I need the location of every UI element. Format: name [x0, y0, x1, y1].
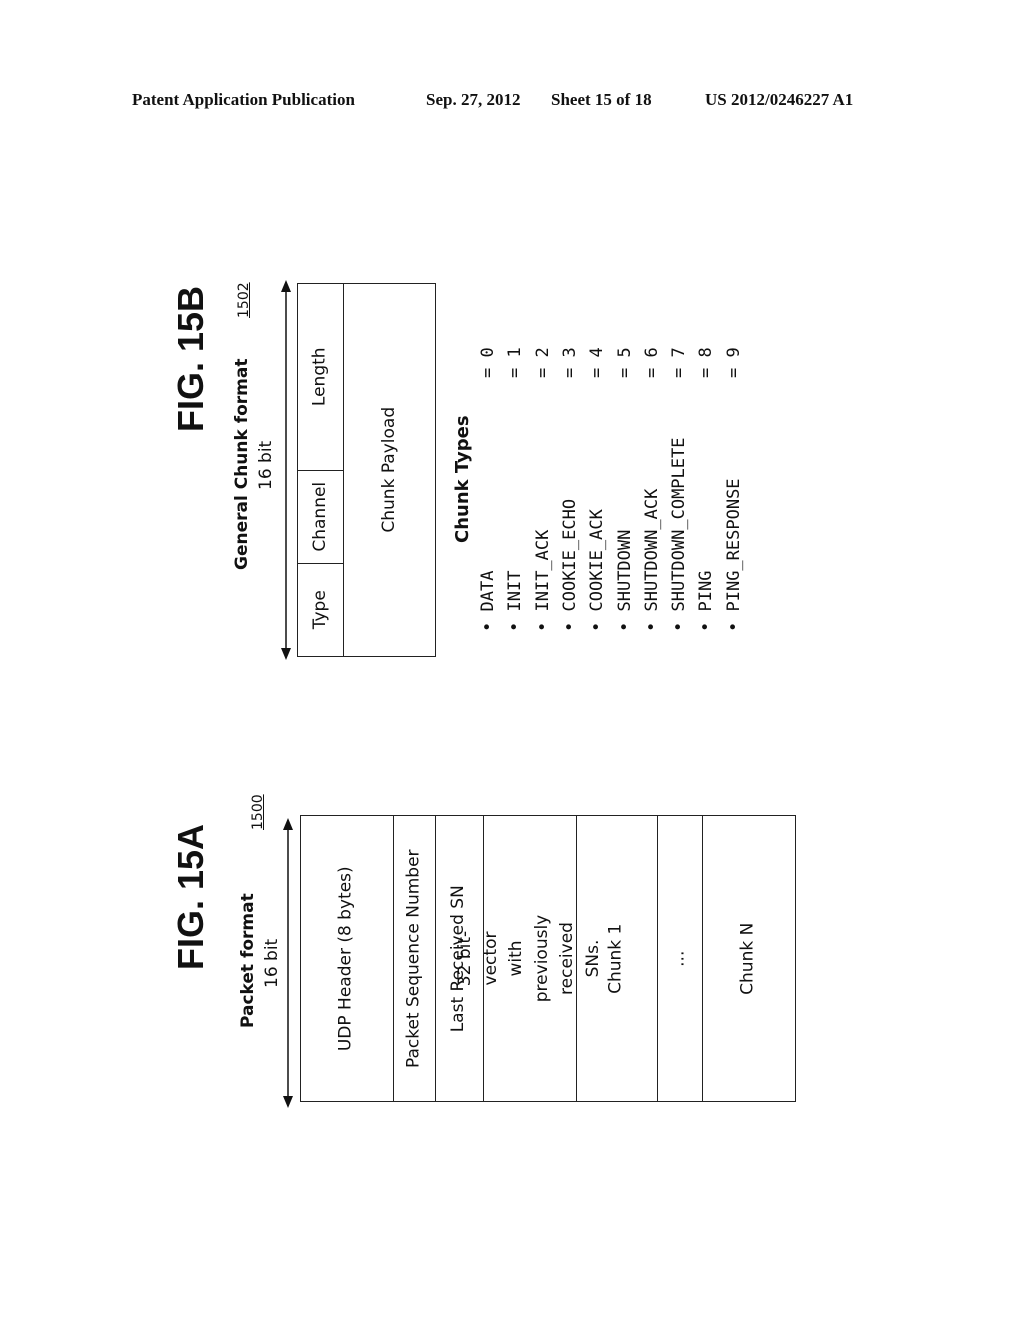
chunk-type-item: • SHUTDOWN_ACK — [642, 489, 662, 632]
bullet-icon: • — [532, 611, 553, 632]
chunk-type-name: INIT — [505, 570, 526, 612]
fig-15a-label: FIG. 15A — [170, 823, 211, 970]
chunk-type-item: • PING — [696, 571, 716, 632]
packet-field: Chunk 1 — [605, 923, 626, 994]
chunk-type-name: SHUTDOWN_ACK — [641, 488, 662, 612]
chunk-type-value: = 5 — [614, 347, 635, 378]
packet-field: ... — [668, 950, 689, 967]
bullet-icon: • — [696, 611, 717, 632]
chunk-type-item: • DATA — [478, 571, 498, 632]
publication-date: Sep. 27, 2012 — [426, 90, 521, 109]
bullet-icon: • — [478, 611, 498, 632]
chunk-type-name: DATA — [478, 570, 498, 612]
chunk-type-name: COOKIE_ACK — [587, 509, 608, 612]
chunk-type-value: = 1 — [505, 347, 526, 378]
chunk-type-item: • COOKIE_ACK — [587, 509, 607, 632]
bullet-icon: • — [669, 611, 690, 632]
chunk-type-item: • PING_RESPONSE — [724, 478, 744, 632]
packet-field: Packet Sequence Number — [403, 849, 424, 1068]
chunk-type-name: COOKIE_ECHO — [559, 498, 580, 612]
chunk-type-item: • SHUTDOWN — [615, 530, 635, 632]
packet-field: Chunk N — [737, 922, 758, 995]
chunk-type-name: SHUTDOWN_COMPLETE — [669, 437, 690, 612]
chunk-type-name: PING_RESPONSE — [723, 478, 744, 612]
chunk-type-value: = 4 — [587, 347, 608, 378]
chunk-type-value: = 2 — [532, 347, 553, 378]
packet-field: UDP Header (8 bytes) — [335, 866, 356, 1051]
fig-15b-ref: 1502 — [236, 282, 252, 318]
chunk-type-item: • COOKIE_ECHO — [560, 499, 580, 632]
field-channel: Channel — [309, 481, 330, 552]
chunk-types-title: Chunk Types — [452, 415, 473, 543]
fig-15a-title: Packet format — [238, 893, 258, 1028]
bullet-icon: • — [505, 611, 526, 632]
chunk-type-name: INIT_ACK — [532, 529, 553, 612]
publication-label: Patent Application Publication — [132, 90, 355, 109]
packet-field: 32 bit-vector with previously received S… — [455, 914, 603, 1003]
chunk-type-item: • SHUTDOWN_COMPLETE — [669, 438, 689, 632]
bullet-icon: • — [723, 611, 744, 632]
bullet-icon: • — [559, 611, 580, 632]
chunk-type-item: • INIT — [505, 571, 525, 632]
chunk-type-value: = 6 — [641, 347, 662, 378]
bullet-icon: • — [641, 611, 662, 632]
field-length: Length — [309, 347, 330, 406]
fig-15a-ref: 1500 — [250, 794, 266, 830]
chunk-type-value: = 7 — [669, 347, 690, 378]
chunk-type-item: • INIT_ACK — [533, 530, 553, 632]
chunk-type-value: = 9 — [723, 347, 744, 378]
chunk-type-value: = 0 — [478, 347, 498, 378]
field-chunk-payload: Chunk Payload — [379, 407, 400, 533]
chunk-type-name: PING — [696, 570, 717, 612]
width-arrow-icon — [281, 280, 291, 660]
sheet-number: Sheet 15 of 18 — [551, 90, 652, 109]
chunk-type-value: = 3 — [559, 347, 580, 378]
bullet-icon: • — [587, 611, 608, 632]
fig-15b-width-label: 16 bit — [256, 440, 276, 490]
chunk-type-value: = 8 — [696, 347, 717, 378]
width-arrow-icon — [283, 818, 293, 1108]
chunk-type-name: SHUTDOWN — [614, 529, 635, 612]
fig-15b-title: General Chunk format — [232, 358, 252, 571]
publication-number: US 2012/0246227 A1 — [705, 90, 854, 109]
fig-15b-label: FIG. 15B — [170, 285, 211, 432]
bullet-icon: • — [614, 611, 635, 632]
field-type: Type — [309, 589, 330, 630]
